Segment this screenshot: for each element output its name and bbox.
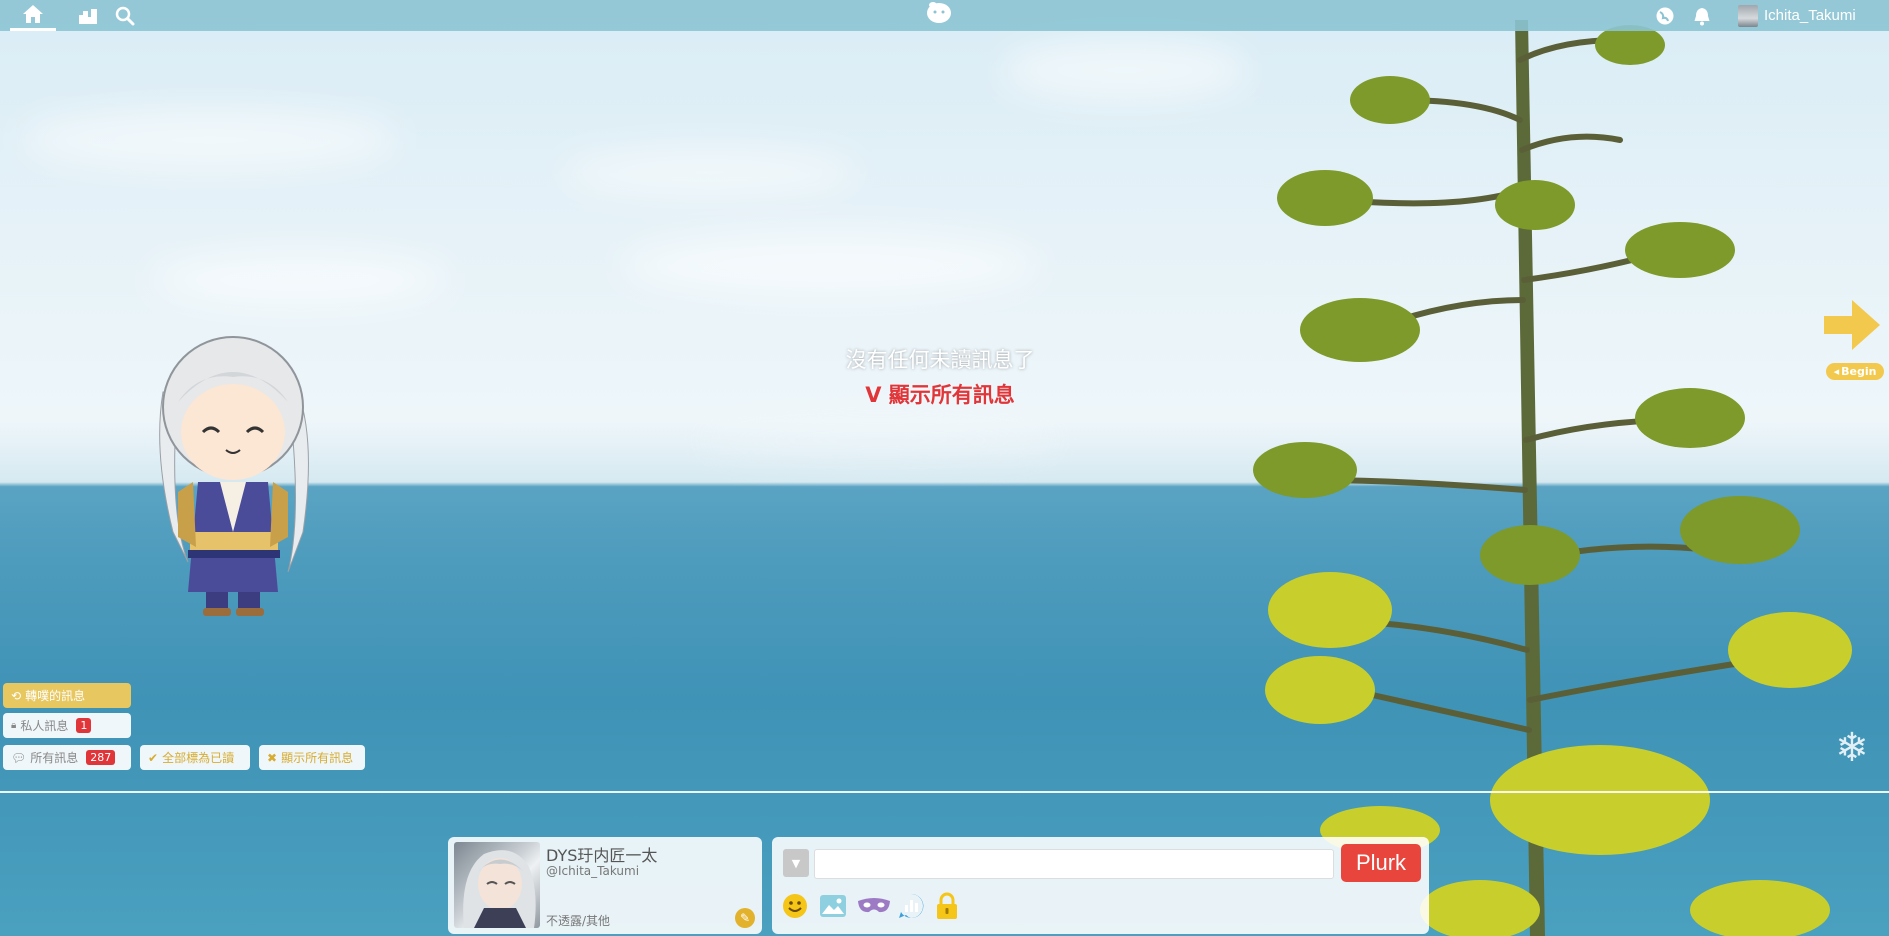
count-badge: 287 <box>86 750 116 765</box>
image-upload-button[interactable] <box>818 891 848 921</box>
chibi-character-image <box>159 336 309 616</box>
cloud <box>560 150 860 195</box>
chat-bubbles-icon: 💬︎ <box>11 750 27 765</box>
cloud <box>150 250 450 310</box>
profile-display-name[interactable]: DYS玗内匠一太 <box>546 842 657 866</box>
avatar[interactable] <box>454 842 540 928</box>
top-navbar: Ichita_Takumi <box>0 0 1889 31</box>
timeline-divider <box>0 791 1889 793</box>
cloud <box>20 110 400 170</box>
pencil-icon: ✎ <box>739 911 751 925</box>
avatar <box>1738 4 1758 27</box>
lock-icon: 🔒︎ <box>11 720 17 731</box>
filter-all-button[interactable]: 💬︎ 所有訊息 287 <box>3 745 131 770</box>
snowflake-icon[interactable]: ❄ <box>1832 728 1872 768</box>
arrow-left-icon: ◂ <box>1833 365 1840 378</box>
bell-icon <box>1694 7 1710 25</box>
close-icon: ✖ <box>267 750 278 765</box>
home-icon <box>23 5 43 23</box>
explore-button[interactable] <box>70 0 106 31</box>
avatar-portrait-image <box>463 850 536 928</box>
cloud <box>620 230 1040 300</box>
filter-label: 轉噗的訊息 <box>25 689 86 703</box>
profile-card: DYS玗内匠一太 @Ichita_Takumi 不透露/其他 ✎ <box>448 837 762 934</box>
lock-icon <box>937 892 957 919</box>
city-icon <box>79 8 97 24</box>
privacy-button[interactable] <box>932 891 962 921</box>
home-button[interactable] <box>10 0 56 31</box>
plurk-composer: ▼ Plurk <box>772 837 1429 934</box>
filter-label: 所有訊息 <box>30 751 79 765</box>
edit-profile-button[interactable]: ✎ <box>735 908 755 928</box>
check-icon: ✔ <box>148 750 159 765</box>
filter-label: 私人訊息 <box>20 719 69 733</box>
filter-label: 全部標為已讀 <box>162 751 235 765</box>
mask-icon <box>858 898 890 913</box>
plurk-input[interactable] <box>814 849 1334 879</box>
search-icon <box>115 6 135 25</box>
user-name: Ichita_Takumi <box>1764 7 1856 24</box>
globe-icon <box>1656 7 1674 24</box>
filter-private-button[interactable]: 🔒︎ 私人訊息 1 <box>3 713 131 738</box>
emoticon-button[interactable] <box>780 891 810 921</box>
agave-tree-image <box>1253 20 1852 936</box>
notifications-button[interactable] <box>1688 0 1716 31</box>
arrow-right-icon[interactable] <box>1822 298 1882 352</box>
image-icon <box>820 895 846 917</box>
count-badge: 1 <box>76 718 92 733</box>
cloud <box>1000 40 1250 100</box>
search-button[interactable] <box>110 0 140 31</box>
no-unread-message: 沒有任何未讀訊息了 <box>845 348 1035 372</box>
user-menu-button[interactable]: Ichita_Takumi <box>1738 0 1878 31</box>
language-button[interactable] <box>1650 0 1680 31</box>
profile-gender-label: 不透露/其他 <box>546 914 611 928</box>
show-all-button[interactable]: ✖ 顯示所有訊息 <box>259 745 365 770</box>
poll-icon <box>899 893 924 918</box>
mark-all-read-button[interactable]: ✔ 全部標為已讀 <box>140 745 250 770</box>
profile-handle: @Ichita_Takumi <box>546 864 640 878</box>
anonymous-button[interactable] <box>856 891 892 921</box>
filter-replurked-button[interactable]: ⟲ 轉噗的訊息 <box>3 683 131 708</box>
plurk-logo-icon[interactable] <box>924 0 954 24</box>
refresh-icon: ⟲ <box>11 688 22 703</box>
plurk-submit-button[interactable]: Plurk <box>1341 844 1421 882</box>
begin-button[interactable]: ◂ Begin <box>1826 363 1884 380</box>
begin-label: Begin <box>1841 365 1877 378</box>
cloud <box>700 420 1060 460</box>
filter-label: 顯示所有訊息 <box>281 751 354 765</box>
show-all-messages-link[interactable]: V 顯示所有訊息 <box>700 379 1180 409</box>
poll-button[interactable] <box>896 891 926 921</box>
qualifier-select[interactable]: ▼ <box>783 849 809 877</box>
smiley-icon <box>783 894 807 918</box>
